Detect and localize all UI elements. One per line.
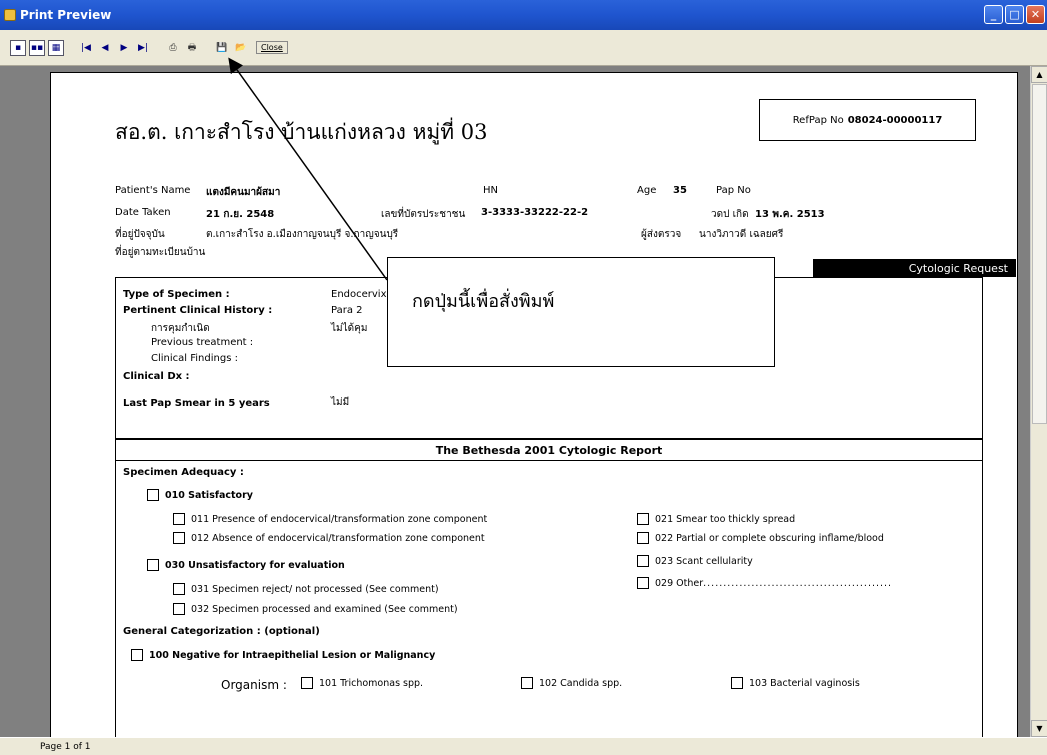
- checkbox[interactable]: [173, 583, 185, 595]
- current-address-value: ต.เกาะสำโรง อ.เมืองกาญจนบุรี จ.กาญจนบุรี: [206, 229, 399, 240]
- idcard-label: เลขที่บัตรประชาชน: [381, 209, 466, 220]
- checkbox[interactable]: [637, 555, 649, 567]
- cytologic-request-banner: Cytologic Request: [813, 259, 1016, 277]
- ref-value: 08024-00000117: [847, 114, 943, 126]
- patient-label: Patient's Name: [115, 185, 191, 196]
- multi-page-icon[interactable]: ▦: [48, 39, 64, 56]
- checkbox[interactable]: [173, 603, 185, 615]
- type-label: Type of Specimen :: [123, 289, 230, 300]
- type-value: Endocervix: [331, 289, 387, 300]
- item-022[interactable]: 022 Partial or complete obscuring inflam…: [637, 532, 884, 544]
- scroll-up-icon[interactable]: ▲: [1031, 66, 1047, 83]
- hn-label: HN: [483, 185, 498, 196]
- ref-label: RefPap No: [792, 114, 844, 126]
- current-address-label: ที่อยู่ปัจจุบัน: [115, 229, 165, 240]
- print-setup-icon[interactable]: ⎙: [165, 40, 181, 56]
- minimize-button[interactable]: _: [984, 5, 1003, 24]
- scroll-down-icon[interactable]: ▼: [1031, 720, 1047, 737]
- organism-label: Organism :: [221, 678, 287, 692]
- patient-value: แตงมีคนมาผ้สมา: [206, 187, 281, 198]
- export-icon[interactable]: 📂: [233, 40, 249, 56]
- checkbox[interactable]: [147, 489, 159, 501]
- item-101[interactable]: 101 Trichomonas spp.: [301, 677, 423, 689]
- birth-control-value: ไม่ได้คุม: [331, 323, 368, 334]
- item-031[interactable]: 031 Specimen reject/ not processed (See …: [173, 583, 439, 595]
- page-indicator: Page 1 of 1: [40, 741, 91, 752]
- checkbox[interactable]: [637, 577, 649, 589]
- idcard-value: 3-3333-33222-22-2: [481, 207, 589, 218]
- item-011[interactable]: 011 Presence of endocervical/transformat…: [173, 513, 487, 525]
- window-title: Print Preview: [20, 8, 112, 22]
- date-label: Date Taken: [115, 207, 171, 218]
- item-032[interactable]: 032 Specimen processed and examined (See…: [173, 603, 458, 615]
- para-value: Para 2: [331, 305, 363, 316]
- toolbar: ▪ ▪▪ ▦ |◀ ◀ ▶ ▶| ⎙ 🖶 💾 📂 Close: [0, 30, 1047, 66]
- item-100[interactable]: 100 Negative for Intraepithelial Lesion …: [131, 649, 435, 661]
- sender-label: ผู้ส่งตรวจ: [641, 229, 682, 240]
- dob-value: 13 พ.ค. 2513: [755, 209, 825, 220]
- save-icon[interactable]: 💾: [214, 40, 230, 56]
- clinical-dx-label: Clinical Dx :: [123, 371, 190, 382]
- last-pap-value: ไม่มี: [331, 397, 350, 408]
- next-page-icon[interactable]: ▶: [116, 40, 132, 56]
- app-icon: [4, 9, 16, 21]
- checkbox[interactable]: [521, 677, 533, 689]
- checkbox[interactable]: [637, 532, 649, 544]
- two-page-icon[interactable]: ▪▪: [29, 39, 45, 56]
- close-window-button[interactable]: ✕: [1026, 5, 1045, 24]
- checkbox[interactable]: [731, 677, 743, 689]
- close-button[interactable]: Close: [256, 41, 288, 54]
- vertical-scrollbar[interactable]: ▲ ▼: [1030, 66, 1047, 737]
- checkbox[interactable]: [173, 513, 185, 525]
- checkbox[interactable]: [147, 559, 159, 571]
- report-page: สอ.ต. เกาะสำโรง บ้านแก่งหลวง หมู่ที่ 03 …: [50, 72, 1018, 737]
- item-029[interactable]: 029 Other...............................…: [637, 577, 892, 589]
- age-value: 35: [673, 185, 687, 196]
- last-pap-label: Last Pap Smear in 5 years: [123, 398, 270, 409]
- clinical-findings-label: Clinical Findings :: [151, 353, 238, 364]
- bethesda-heading: The Bethesda 2001 Cytologic Report: [115, 440, 983, 461]
- one-page-icon[interactable]: ▪: [10, 39, 26, 56]
- title-bar: Print Preview _ □ ✕: [0, 0, 1047, 30]
- general-heading: General Categorization : (optional): [123, 626, 320, 637]
- print-icon[interactable]: 🖶: [184, 40, 200, 56]
- papno-label: Pap No: [716, 185, 751, 196]
- item-102[interactable]: 102 Candida spp.: [521, 677, 622, 689]
- home-address-label: ที่อยู่ตามทะเบียนบ้าน: [115, 247, 206, 258]
- item-030[interactable]: 030 Unsatisfactory for evaluation: [147, 559, 345, 571]
- other-blank: ........................................…: [703, 577, 893, 589]
- checkbox[interactable]: [173, 532, 185, 544]
- checkbox[interactable]: [637, 513, 649, 525]
- item-010[interactable]: 010 Satisfactory: [147, 489, 253, 501]
- last-page-icon[interactable]: ▶|: [135, 40, 151, 56]
- item-103[interactable]: 103 Bacterial vaginosis: [731, 677, 860, 689]
- sender-value: นางวิภาวดี เฉลยศรี: [699, 229, 784, 240]
- previous-treatment-label: Previous treatment :: [151, 337, 254, 348]
- item-012[interactable]: 012 Absence of endocervical/transformati…: [173, 532, 485, 544]
- first-page-icon[interactable]: |◀: [78, 40, 94, 56]
- history-label: Pertinent Clinical History :: [123, 305, 273, 316]
- age-label: Age: [637, 185, 657, 196]
- print-callout: กดปุ่มนี้เพื่อสั่งพิมพ์: [387, 257, 775, 367]
- item-023[interactable]: 023 Scant cellularity: [637, 555, 753, 567]
- adequacy-heading: Specimen Adequacy :: [123, 467, 244, 478]
- report-heading: สอ.ต. เกาะสำโรง บ้านแก่งหลวง หมู่ที่ 03: [115, 120, 488, 144]
- status-bar: Page 1 of 1: [0, 737, 1047, 755]
- ref-box: RefPap No 08024-00000117: [759, 99, 976, 141]
- scroll-thumb[interactable]: [1032, 84, 1047, 424]
- maximize-button[interactable]: □: [1005, 5, 1024, 24]
- preview-area: สอ.ต. เกาะสำโรง บ้านแก่งหลวง หมู่ที่ 03 …: [0, 66, 1030, 737]
- checkbox[interactable]: [131, 649, 143, 661]
- date-value: 21 ก.ย. 2548: [206, 209, 275, 220]
- prev-page-icon[interactable]: ◀: [97, 40, 113, 56]
- birth-control-label: การคุมกำเนิด: [151, 323, 210, 334]
- checkbox[interactable]: [301, 677, 313, 689]
- dob-label: วดป เกิด: [711, 209, 749, 220]
- item-021[interactable]: 021 Smear too thickly spread: [637, 513, 795, 525]
